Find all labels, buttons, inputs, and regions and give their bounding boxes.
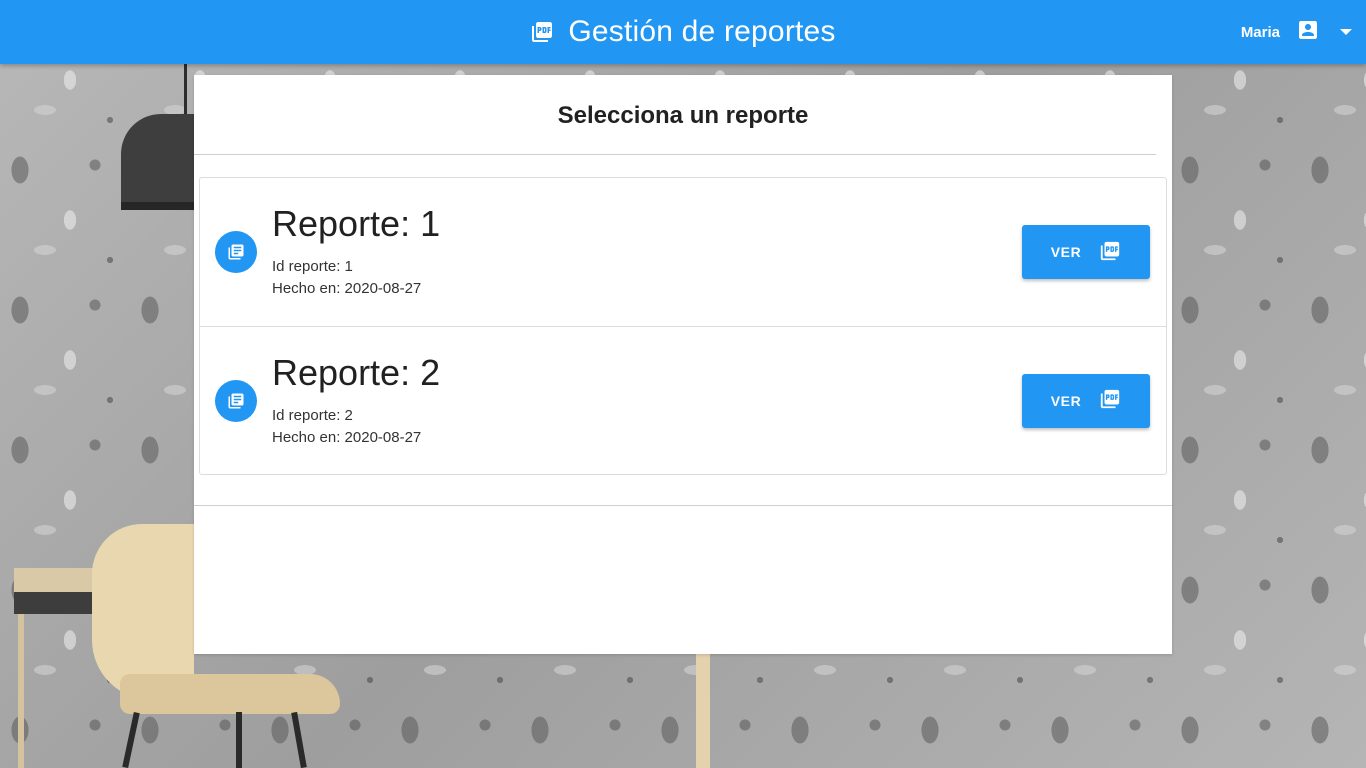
pdf-icon (1099, 240, 1121, 265)
library-books-icon (215, 231, 257, 273)
ver-button[interactable]: VER (1022, 225, 1150, 279)
ver-button-label: VER (1050, 392, 1082, 409)
background-table-leg (18, 614, 24, 768)
account-box-icon[interactable] (1296, 18, 1320, 47)
divider (194, 505, 1172, 506)
reports-list: Reporte: 1 Id reporte: 1 Hecho en: 2020-… (199, 177, 1167, 475)
user-name[interactable]: Maria (1241, 24, 1280, 41)
report-id: Id reporte: 1 (272, 258, 353, 275)
panel-title: Selecciona un reporte (557, 102, 809, 129)
ver-button-label: VER (1050, 244, 1082, 260)
report-info: Reporte: 2 Id reporte: 2 Hecho en: 2020-… (272, 351, 440, 449)
background-chair-leg (291, 711, 307, 768)
app-title: Gestión de reportes (568, 15, 836, 48)
user-menu[interactable]: Maria (1241, 0, 1352, 64)
report-id: Id reporte: 2 (272, 407, 353, 424)
reports-panel: Selecciona un reporte Reporte: 1 Id repo… (194, 75, 1172, 654)
list-item: Reporte: 2 Id reporte: 2 Hecho en: 2020-… (200, 326, 1166, 474)
library-books-icon (215, 379, 257, 422)
caret-down-icon[interactable] (1340, 29, 1352, 35)
list-item: Reporte: 1 Id reporte: 1 Hecho en: 2020-… (200, 178, 1166, 326)
background-chair-leg (122, 711, 140, 768)
report-info: Reporte: 1 Id reporte: 1 Hecho en: 2020-… (272, 202, 440, 300)
pendant-lamp-rim (121, 202, 194, 210)
pdf-icon (530, 20, 554, 44)
pdf-icon (1099, 388, 1121, 413)
app-bar-title-group: Gestión de reportes (0, 0, 1366, 64)
background-pole (696, 654, 710, 768)
report-date: Hecho en: 2020-08-27 (272, 280, 422, 297)
pendant-lamp (121, 114, 194, 210)
report-date: Hecho en: 2020-08-27 (272, 429, 422, 446)
background-chair-leg (236, 712, 242, 768)
ver-button[interactable]: VER (1022, 373, 1150, 428)
app-bar: Gestión de reportes Maria (0, 0, 1366, 64)
report-title: Reporte: 1 (272, 203, 441, 244)
divider (194, 154, 1156, 155)
background-chair-seat (120, 674, 340, 714)
report-title: Reporte: 2 (272, 352, 441, 393)
